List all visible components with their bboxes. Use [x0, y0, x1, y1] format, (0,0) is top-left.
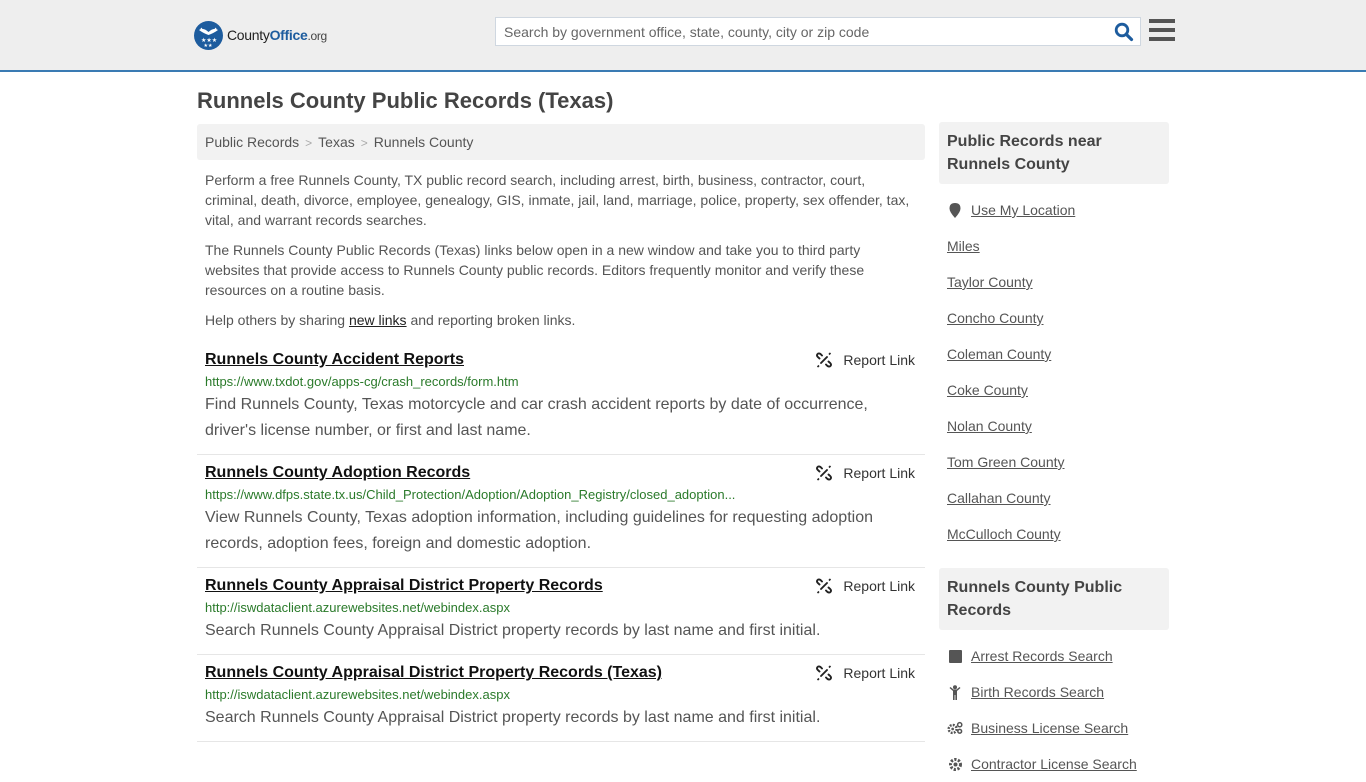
record-url[interactable]: https://www.txdot.gov/apps-cg/crash_reco… [205, 374, 917, 390]
report-link-label: Report Link [843, 352, 915, 368]
record-title-link[interactable]: Runnels County Adoption Records [205, 463, 470, 483]
report-link-button[interactable]: Report Link [816, 465, 915, 481]
child-icon [947, 684, 963, 700]
intro-paragraph-3: Help others by sharing new links and rep… [205, 312, 576, 328]
nearby-link[interactable]: Concho County [947, 310, 1044, 326]
intro-text: Perform a free Runnels County, TX public… [197, 170, 925, 330]
county-record-link[interactable]: Contractor License Search [971, 756, 1137, 772]
nearby-item: McCulloch County [947, 516, 1161, 552]
record-description: Find Runnels County, Texas motorcycle an… [205, 396, 868, 439]
svg-text:★★: ★★ [204, 43, 213, 49]
search-icon [1114, 22, 1134, 42]
report-link-button[interactable]: Report Link [816, 578, 915, 594]
record-title-link[interactable]: Runnels County Accident Reports [205, 350, 464, 370]
county-record-item: Birth Records Search [947, 674, 1161, 710]
report-link-label: Report Link [843, 465, 915, 481]
county-record-link[interactable]: Birth Records Search [971, 684, 1104, 700]
eagle-logo-icon: ★★★ ★★ [194, 20, 223, 50]
logo-text: CountyOffice.org [227, 27, 327, 43]
nearby-link[interactable]: Callahan County [947, 490, 1051, 506]
nearby-item: Coke County [947, 372, 1161, 408]
county-record-item: Business License Search [947, 710, 1161, 746]
record-item: Runnels County Appraisal District Proper… [197, 655, 925, 742]
use-my-location-item: Use My Location [947, 192, 1161, 228]
intro-paragraph-1: Perform a free Runnels County, TX public… [205, 172, 910, 228]
broken-link-icon [816, 352, 833, 368]
nearby-item: Nolan County [947, 408, 1161, 444]
nearby-list: Use My Location Miles Taylor County Concho… [939, 184, 1169, 552]
nearby-link[interactable]: Miles [947, 238, 980, 254]
record-url[interactable]: https://www.dfps.state.tx.us/Child_Prote… [205, 487, 917, 503]
record-description: Search Runnels County Appraisal District… [205, 622, 821, 639]
gear-icon [947, 756, 963, 772]
map-marker-icon [947, 202, 963, 218]
breadcrumb-texas[interactable]: Texas [318, 134, 355, 150]
record-description: View Runnels County, Texas adoption info… [205, 509, 873, 552]
nearby-item: Miles [947, 228, 1161, 264]
report-link-label: Report Link [843, 665, 915, 681]
record-title-link[interactable]: Runnels County Appraisal District Proper… [205, 576, 603, 596]
record-title-link[interactable]: Runnels County Appraisal District Proper… [205, 663, 662, 683]
nearby-link[interactable]: McCulloch County [947, 526, 1061, 542]
county-records-heading: Runnels County Public Records [939, 568, 1169, 630]
nearby-item: Concho County [947, 300, 1161, 336]
breadcrumb-current: Runnels County [373, 134, 474, 150]
nearby-item: Callahan County [947, 480, 1161, 516]
report-link-button[interactable]: Report Link [816, 352, 915, 368]
site-header: ★★★ ★★ CountyOffice.org [0, 0, 1366, 72]
record-item: Runnels County Accident Reports Report L… [197, 342, 925, 455]
nearby-link[interactable]: Coleman County [947, 346, 1051, 362]
nearby-link[interactable]: Coke County [947, 382, 1028, 398]
breadcrumb-separator: > [305, 136, 313, 150]
nearby-link[interactable]: Nolan County [947, 418, 1032, 434]
page-title: Runnels County Public Records (Texas) [197, 88, 614, 113]
use-my-location-link[interactable]: Use My Location [971, 202, 1075, 218]
record-url[interactable]: http://iswdataclient.azurewebsites.net/w… [205, 600, 917, 616]
new-links-link[interactable]: new links [349, 312, 407, 328]
nearby-item: Tom Green County [947, 444, 1161, 480]
breadcrumb: Public Records > Texas > Runnels County [197, 124, 925, 160]
square-icon [947, 648, 963, 664]
county-record-link[interactable]: Arrest Records Search [971, 648, 1113, 664]
report-link-label: Report Link [843, 578, 915, 594]
search-box [495, 17, 1141, 46]
search-button[interactable] [1114, 22, 1134, 42]
nearby-item: Coleman County [947, 336, 1161, 372]
sidebar: Public Records near Runnels County Use M… [939, 122, 1169, 782]
record-item: Runnels County Appraisal District Proper… [197, 568, 925, 655]
broken-link-icon [816, 465, 833, 481]
broken-link-icon [816, 665, 833, 681]
main-content: Public Records > Texas > Runnels County Perf… [197, 124, 925, 742]
hamburger-menu-icon-bar [1149, 37, 1175, 41]
nearby-heading: Public Records near Runnels County [939, 122, 1169, 184]
intro-paragraph-2: The Runnels County Public Records (Texas… [205, 242, 865, 298]
hamburger-menu-icon-bar [1149, 28, 1175, 32]
broken-link-icon [816, 578, 833, 594]
nearby-link[interactable]: Taylor County [947, 274, 1033, 290]
record-description: Search Runnels County Appraisal District… [205, 709, 821, 726]
county-records-list: Arrest Records Search Birth Records Searc… [939, 630, 1169, 782]
nearby-link[interactable]: Tom Green County [947, 454, 1065, 470]
cogs-icon [947, 720, 963, 736]
hamburger-menu-button[interactable] [1149, 19, 1175, 42]
breadcrumb-public-records[interactable]: Public Records [205, 134, 299, 150]
county-record-item: Contractor License Search [947, 746, 1161, 782]
record-url[interactable]: http://iswdataclient.azurewebsites.net/w… [205, 687, 917, 703]
county-record-link[interactable]: Business License Search [971, 720, 1128, 736]
records-list: Runnels County Accident Reports Report L… [197, 342, 925, 742]
hamburger-menu-icon-bar [1149, 19, 1175, 23]
nearby-item: Taylor County [947, 264, 1161, 300]
breadcrumb-separator: > [360, 136, 368, 150]
search-input[interactable] [496, 18, 1096, 45]
county-record-item: Arrest Records Search [947, 638, 1161, 674]
record-item: Runnels County Adoption Records Report L… [197, 455, 925, 568]
report-link-button[interactable]: Report Link [816, 665, 915, 681]
site-logo[interactable]: ★★★ ★★ CountyOffice.org [194, 20, 327, 50]
